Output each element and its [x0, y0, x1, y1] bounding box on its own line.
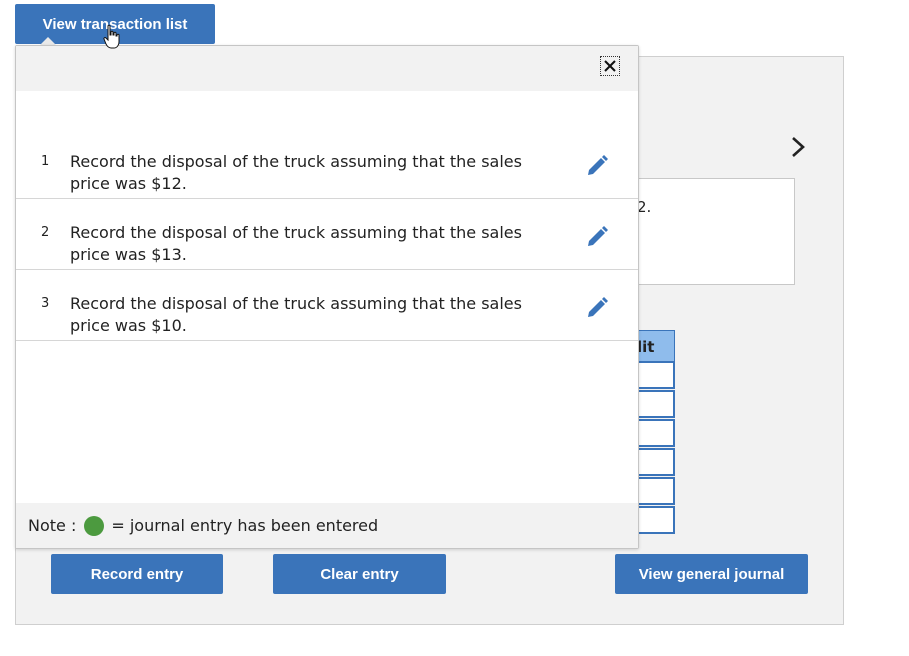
record-entry-button[interactable]: Record entry [51, 554, 223, 594]
pencil-edit-icon[interactable] [584, 295, 610, 321]
note-text: = journal entry has been entered [111, 516, 379, 535]
note-label: Note : [28, 516, 77, 535]
close-button[interactable] [600, 56, 620, 76]
transaction-list-popup: 1 Record the disposal of the truck assum… [15, 45, 639, 549]
pencil-edit-icon[interactable] [584, 153, 610, 179]
note-bar: Note : = journal entry has been entered [16, 503, 638, 548]
transaction-row[interactable]: 1 Record the disposal of the truck assum… [16, 129, 638, 199]
pencil-edit-icon[interactable] [584, 224, 610, 250]
transaction-number: 2 [41, 225, 50, 240]
entered-status-dot-icon [84, 515, 105, 536]
transaction-row[interactable]: 2 Record the disposal of the truck assum… [16, 200, 638, 270]
transaction-text: Record the disposal of the truck assumin… [70, 294, 522, 335]
clear-entry-button[interactable]: Clear entry [273, 554, 446, 594]
transaction-text: Record the disposal of the truck assumin… [70, 152, 522, 193]
view-general-journal-button[interactable]: View general journal [615, 554, 808, 594]
next-arrow-icon[interactable] [786, 134, 810, 160]
close-icon [604, 60, 616, 72]
transaction-row[interactable]: 3 Record the disposal of the truck assum… [16, 271, 638, 341]
transaction-number: 3 [41, 296, 50, 311]
transaction-text: Record the disposal of the truck assumin… [70, 223, 522, 264]
hand-pointer-cursor-icon [103, 24, 120, 49]
description-fragment: 2. [637, 198, 652, 216]
transaction-number: 1 [41, 154, 50, 169]
popup-header [16, 46, 638, 91]
